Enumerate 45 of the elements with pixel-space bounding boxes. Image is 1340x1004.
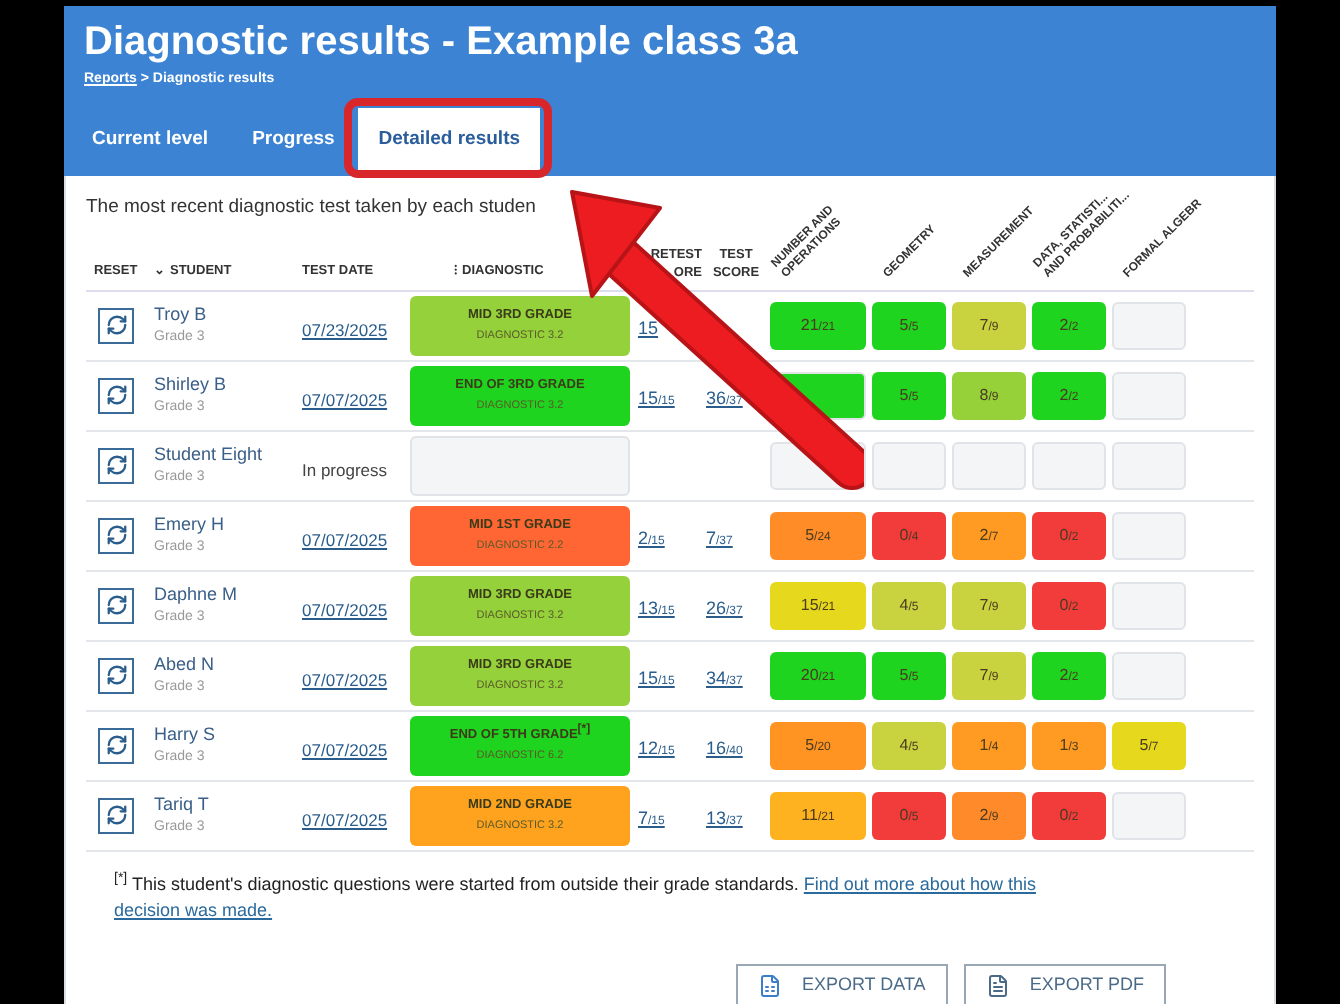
reset-button[interactable]	[98, 727, 134, 763]
reset-button[interactable]	[98, 657, 134, 693]
reset-button[interactable]	[98, 517, 134, 553]
date-link[interactable]: 07/23/2025	[302, 319, 388, 339]
date-link[interactable]: 07/07/2025	[302, 529, 388, 549]
date-link[interactable]: 07/07/2025	[302, 809, 388, 829]
refresh-icon	[105, 664, 127, 686]
refresh-icon	[105, 314, 127, 336]
refresh-icon	[105, 594, 127, 616]
student-name[interactable]: Shirley B	[154, 371, 302, 395]
student-name[interactable]: Emery H	[154, 511, 302, 535]
student-name[interactable]: Daphne M	[154, 581, 302, 605]
date-link[interactable]: 07/07/2025	[302, 599, 388, 619]
subtitle: The most recent diagnostic test taken by each studen	[86, 193, 536, 219]
date-link[interactable]: 07/07/2025	[302, 389, 388, 409]
refresh-icon	[105, 734, 127, 756]
learn-more-link[interactable]: Find out more about how this	[803, 873, 1036, 893]
learn-more-link[interactable]: decision was made.	[114, 899, 273, 919]
refresh-icon	[105, 384, 127, 406]
tab[interactable]: Detailed results	[358, 107, 541, 175]
reset-button[interactable]	[98, 377, 134, 413]
status-text: In progress	[302, 459, 388, 479]
student-name[interactable]: Tariq T	[154, 791, 302, 815]
reset-button[interactable]	[98, 307, 134, 343]
tab[interactable]: Current level	[72, 107, 229, 175]
student-name[interactable]: Troy B	[154, 301, 302, 325]
reset-button[interactable]	[98, 447, 134, 483]
spreadsheet-icon	[757, 973, 782, 997]
student-name[interactable]: Student Eight	[154, 441, 302, 465]
reset-button[interactable]	[98, 797, 134, 833]
date-link[interactable]: 07/07/2025	[302, 739, 388, 759]
date-link[interactable]: 07/07/2025	[302, 669, 388, 689]
student-name[interactable]: Harry S	[154, 721, 302, 745]
refresh-icon	[105, 454, 127, 476]
page-title: Diagnostic results - Example class 3a	[84, 18, 800, 66]
refresh-icon	[105, 524, 127, 546]
tab[interactable]: Progress	[232, 107, 355, 175]
score-link[interactable]: 15	[638, 317, 659, 337]
student-name[interactable]: Abed N	[154, 651, 302, 675]
pdf-icon	[985, 973, 1010, 997]
footnote: $^{[*]}$ This student's diagnostic questions were started from outside their grade standards. Find out more about how this decision was made.	[112, 871, 1038, 923]
refresh-icon	[105, 804, 127, 826]
export-button[interactable]: EXPORT DATA	[735, 963, 948, 1004]
reset-button[interactable]	[98, 587, 134, 623]
export-button[interactable]: EXPORT PDF	[963, 963, 1166, 1004]
